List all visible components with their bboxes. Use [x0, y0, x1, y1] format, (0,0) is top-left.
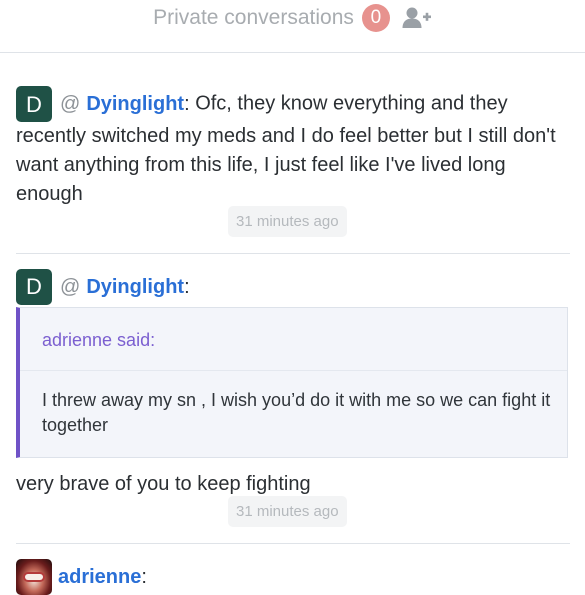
conversations-header: Private conversations 0 [0, 0, 585, 53]
username-link[interactable]: Dyinglight [86, 276, 184, 299]
quote-attribution[interactable]: adrienne said: [42, 330, 155, 351]
username-link[interactable]: adrienne [58, 566, 141, 589]
conversation-count-badge[interactable]: 0 [361, 4, 390, 32]
message-item: adrienne: [16, 559, 570, 595]
message-divider [16, 543, 570, 544]
header-title[interactable]: Private conversations [153, 6, 354, 30]
user-photo-avatar[interactable] [16, 559, 52, 595]
mention-at: @ [60, 275, 81, 298]
message-text-lead: Ofc, they know everything and they [189, 92, 508, 115]
message-timestamp: 31 minutes ago [228, 496, 347, 527]
add-user-icon[interactable] [402, 6, 432, 30]
quote-divider [20, 370, 567, 371]
username-link[interactable]: Dyinglight [86, 90, 184, 119]
avatar[interactable]: D [16, 269, 52, 305]
username-colon: : [184, 275, 190, 298]
message-body: D @ Dyinglight: Ofc, they know everythin… [16, 86, 570, 209]
message-divider [16, 253, 570, 254]
message-timestamp: 31 minutes ago [228, 206, 347, 237]
message-text: recently switched my meds and I do feel … [16, 125, 556, 205]
message-item: D @ Dyinglight: Ofc, they know everythin… [16, 86, 570, 209]
username-colon: : [141, 565, 147, 588]
message-item: D @ Dyinglight: [16, 269, 570, 305]
message-text: very brave of you to keep fighting [16, 473, 311, 495]
quote-text: I threw away my sn , I wish you’d do it … [42, 390, 551, 435]
avatar[interactable]: D [16, 86, 52, 122]
mention-at: @ [60, 92, 81, 115]
quoted-message: adrienne said: I threw away my sn , I wi… [16, 307, 568, 458]
